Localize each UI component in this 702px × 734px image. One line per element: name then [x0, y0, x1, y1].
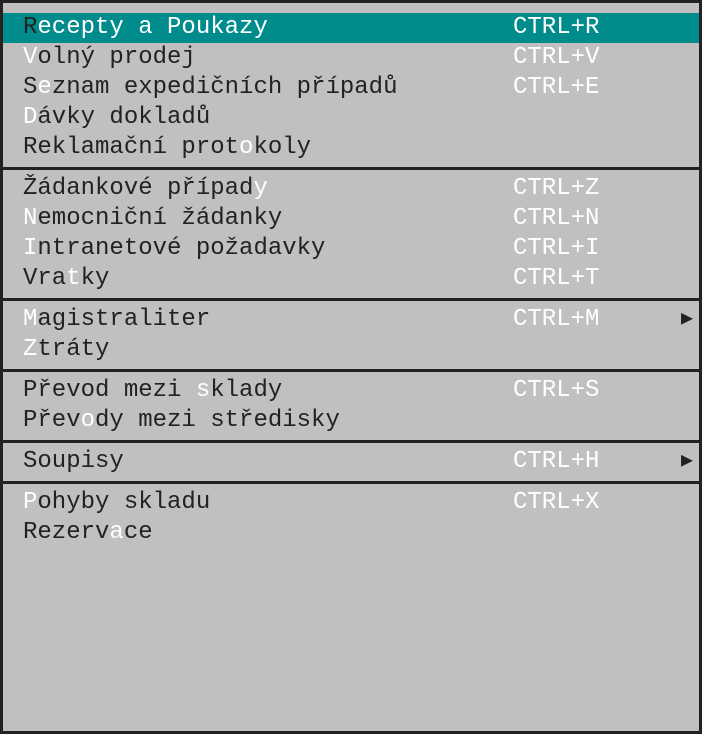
menu-item[interactable]: Volný prodej CTRL+V — [3, 43, 699, 73]
menu-item-shortcut: CTRL+Z — [513, 174, 599, 204]
hotkey-letter: V — [23, 44, 37, 71]
menu-item[interactable]: Recepty a Poukazy CTRL+R — [3, 13, 699, 43]
menu-item-shortcut: CTRL+T — [513, 264, 599, 294]
menu-item-shortcut: CTRL+N — [513, 204, 599, 234]
menu-item[interactable]: Nemocniční žádanky CTRL+N — [3, 204, 699, 234]
menu-item[interactable]: Seznam expedičních případů CTRL+E — [3, 73, 699, 103]
menu-item[interactable]: Pohyby skladu CTRL+X — [3, 488, 699, 518]
hotkey-letter: N — [23, 205, 37, 232]
menu-item[interactable]: Ztráty — [3, 335, 699, 365]
menu-item-label: Intranetové požadavky — [23, 234, 325, 264]
submenu-arrow-icon: ▶ — [681, 305, 693, 335]
menu-item[interactable]: Převody mezi středisky — [3, 406, 699, 436]
menu-item-label: Recepty a Poukazy — [23, 13, 268, 43]
menu-item[interactable]: Magistraliter CTRL+M ▶ — [3, 305, 699, 335]
hotkey-letter: M — [23, 306, 37, 333]
menu-item-shortcut: CTRL+V — [513, 43, 599, 73]
hotkey-letter: o — [81, 407, 95, 434]
menu-item-label: Magistraliter — [23, 305, 210, 335]
menu-item-shortcut: CTRL+S — [513, 376, 599, 406]
hotkey-letter: e — [37, 74, 51, 101]
menu-item[interactable]: Intranetové požadavky CTRL+I — [3, 234, 699, 264]
hotkey-letter: Z — [23, 336, 37, 363]
menu-item[interactable]: Vratky CTRL+T — [3, 264, 699, 294]
hotkey-letter: R — [23, 14, 37, 41]
menu-item-label: Pohyby skladu — [23, 488, 210, 518]
menu-item-label: Seznam expedičních případů — [23, 73, 397, 103]
menu-item-shortcut: CTRL+H — [513, 447, 599, 477]
menu-item-label: Reklamační protokoly — [23, 133, 311, 163]
menu-item-label: Volný prodej — [23, 43, 196, 73]
context-menu: Recepty a Poukazy CTRL+R Volný prodej CTRL+… — [0, 0, 702, 734]
menu-group: Magistraliter CTRL+M ▶ Ztráty — [3, 301, 699, 372]
menu-item-label: Soupisy — [23, 447, 124, 477]
hotkey-letter: I — [23, 235, 37, 262]
hotkey-letter: y — [253, 175, 267, 202]
menu-item[interactable]: Dávky dokladů — [3, 103, 699, 133]
hotkey-letter: s — [196, 377, 210, 404]
menu-item[interactable]: Žádankové případy CTRL+Z — [3, 174, 699, 204]
menu-item-shortcut: CTRL+M — [513, 305, 599, 335]
menu-item-shortcut: CTRL+E — [513, 73, 599, 103]
menu-item-label: Převod mezi sklady — [23, 376, 282, 406]
menu-group: Žádankové případyCTRL+ZNemocniční žádank… — [3, 170, 699, 301]
menu-group: Recepty a Poukazy CTRL+R Volný prodej CTRL+… — [3, 9, 699, 170]
hotkey-letter: D — [23, 104, 37, 131]
menu-item[interactable]: Reklamační protokoly — [3, 133, 699, 163]
menu-item-label: Rezervace — [23, 518, 153, 548]
submenu-arrow-icon: ▶ — [681, 447, 693, 477]
hotkey-letter: a — [109, 519, 123, 546]
menu-item[interactable]: Rezervace — [3, 518, 699, 548]
menu-group: Soupisy CTRL+H ▶ — [3, 443, 699, 484]
menu-group: Pohyby skladu CTRL+X Rezervace — [3, 484, 699, 552]
menu-item[interactable]: Převod mezi sklady CTRL+S — [3, 376, 699, 406]
menu-item-label: Žádankové případy — [23, 174, 268, 204]
menu-item-label: Dávky dokladů — [23, 103, 210, 133]
menu-item-shortcut: CTRL+R — [513, 13, 599, 43]
hotkey-letter: P — [23, 489, 37, 516]
hotkey-letter: o — [239, 134, 253, 161]
menu-item-label: Převody mezi středisky — [23, 406, 340, 436]
menu-item-label: Nemocniční žádanky — [23, 204, 282, 234]
menu-item-shortcut: CTRL+I — [513, 234, 599, 264]
menu-item-label: Ztráty — [23, 335, 109, 365]
menu-group: Převod mezi sklady CTRL+S Převody mezi stř… — [3, 372, 699, 443]
menu-item-shortcut: CTRL+X — [513, 488, 599, 518]
hotkey-letter: t — [66, 265, 80, 292]
menu-item-label: Vratky — [23, 264, 109, 294]
menu-item[interactable]: Soupisy CTRL+H ▶ — [3, 447, 699, 477]
